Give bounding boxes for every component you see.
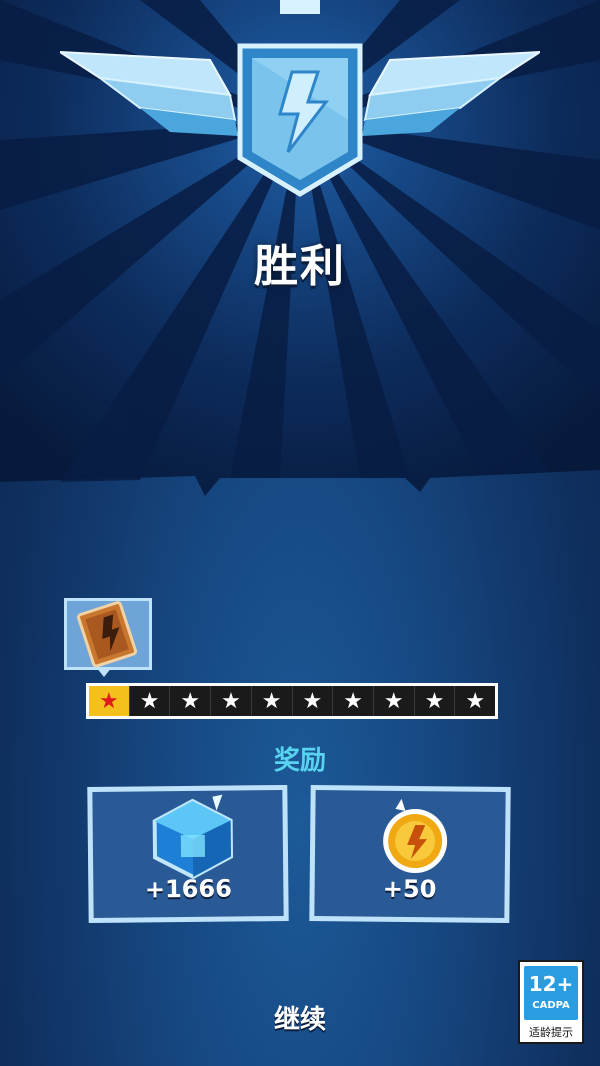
continue-button[interactable]: 继续 <box>240 998 360 1042</box>
age-rating-badge: 12+ CADPA 适龄提示 <box>518 960 584 1044</box>
star-progress-track: ★ ★ ★ ★ ★ ★ ★ ★ ★ ★ <box>89 686 495 716</box>
age-rating-icon: 12+ CADPA <box>524 966 578 1020</box>
star-empty-icon: ★ <box>374 686 415 716</box>
tier-pointer <box>96 667 112 677</box>
star-empty-icon: ★ <box>130 686 171 716</box>
star-empty-icon: ★ <box>211 686 252 716</box>
reward-value: +1666 <box>144 874 232 904</box>
reward-value: +50 <box>382 874 437 904</box>
blue-cube-gem-icon <box>152 794 234 880</box>
lightning-ticket-icon <box>77 601 138 668</box>
reward-card-gems: +1666 <box>87 784 289 924</box>
reward-tier-icon <box>64 598 152 670</box>
age-rating-hint: 适龄提示 <box>529 1026 573 1039</box>
star-empty-icon: ★ <box>293 686 334 716</box>
star-empty-icon: ★ <box>252 686 293 716</box>
gold-lightning-coin-icon <box>383 798 448 874</box>
star-empty-icon: ★ <box>333 686 374 716</box>
star-progress-bar: ★ ★ ★ ★ ★ ★ ★ ★ ★ ★ <box>86 683 498 719</box>
star-empty-icon: ★ <box>465 688 486 714</box>
rewards-label: 奖励 <box>273 746 326 776</box>
age-rating-org: CADPA <box>532 1000 570 1011</box>
reward-card-coins: +50 <box>309 784 511 924</box>
star-empty-icon: ★ <box>170 686 212 716</box>
age-rating-number: 12+ <box>528 972 574 996</box>
star-empty-icon: ★ <box>415 686 456 716</box>
victory-emblem-icon <box>60 0 540 197</box>
star-filled-icon: ★ <box>89 686 130 716</box>
victory-title: 胜利 <box>254 241 346 292</box>
